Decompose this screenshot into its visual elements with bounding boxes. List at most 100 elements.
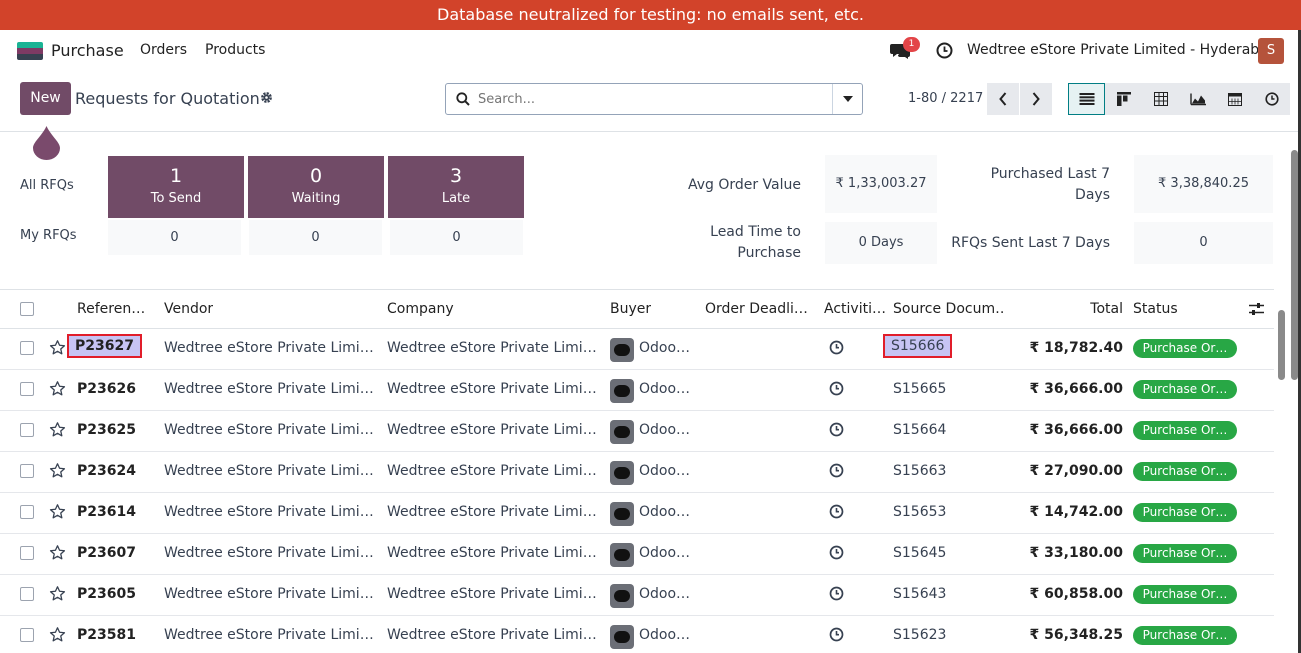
col-status[interactable]: Status (1133, 301, 1178, 317)
total-cell: ₹ 27,090.00 (1029, 463, 1123, 479)
source-document-cell: S15666 (883, 334, 953, 358)
purchased-label-line-2: Days (1075, 187, 1110, 203)
star-icon[interactable] (49, 544, 66, 565)
vendor-cell: Wedtree eStore Private Limited… (164, 381, 379, 397)
activity-clock-icon[interactable] (829, 627, 844, 646)
kanban-view-icon (1116, 92, 1131, 106)
row-checkbox[interactable] (20, 628, 34, 642)
col-order-deadline[interactable]: Order Deadli… (705, 301, 813, 317)
table-row[interactable]: P23614 Wedtree eStore Private Limited… Wed… (0, 493, 1274, 534)
view-pivot-button[interactable] (1142, 83, 1179, 115)
star-icon[interactable] (49, 626, 66, 647)
total-cell: ₹ 14,742.00 (1029, 504, 1123, 520)
to-send-tile[interactable]: 1 To Send (108, 156, 244, 218)
company-cell: Wedtree eStore Private Limited… (387, 586, 602, 602)
vendor-cell: Wedtree eStore Private Limited… (164, 422, 379, 438)
lead-time-label-line-2: Purchase (737, 245, 801, 261)
purchased-value: ₹ 3,38,840.25 (1134, 155, 1273, 213)
waiting-tile[interactable]: 0 Waiting (248, 156, 384, 218)
star-icon[interactable] (49, 585, 66, 606)
buyer-cell: Odoo… (639, 627, 691, 643)
star-icon[interactable] (49, 462, 66, 483)
activity-clock-icon[interactable] (829, 340, 844, 359)
activity-clock-icon[interactable] (829, 381, 844, 400)
lead-time-value: 0 Days (825, 222, 937, 264)
reference-cell: P23605 (77, 586, 136, 602)
purchase-app-icon[interactable] (17, 42, 43, 60)
my-waiting-cell[interactable]: 0 (249, 220, 382, 255)
row-checkbox[interactable] (20, 382, 34, 396)
my-to-send-cell[interactable]: 0 (108, 220, 241, 255)
gear-icon[interactable] (260, 91, 273, 104)
col-source-document[interactable]: Source Docum… (893, 301, 1005, 317)
buyer-avatar (610, 502, 634, 526)
view-calendar-button[interactable] (1216, 83, 1253, 115)
app-name[interactable]: Purchase (51, 41, 124, 60)
company-switcher[interactable]: Wedtree eStore Private Limited - Hyderab… (967, 42, 1277, 58)
chevron-right-icon (1032, 92, 1040, 106)
col-company[interactable]: Company (387, 301, 454, 317)
star-icon[interactable] (49, 421, 66, 442)
row-checkbox[interactable] (20, 423, 34, 437)
col-total[interactable]: Total (1080, 301, 1123, 317)
purchased-label-line-1: Purchased Last 7 (990, 166, 1110, 182)
pager-previous-button[interactable] (987, 83, 1019, 115)
table-row[interactable]: P23607 Wedtree eStore Private Limited… Wed… (0, 534, 1274, 575)
col-activities[interactable]: Activiti… (824, 301, 886, 317)
activity-clock-icon[interactable] (829, 545, 844, 564)
pager-value[interactable]: 1-80 / 2217 (908, 91, 983, 106)
col-vendor[interactable]: Vendor (164, 301, 213, 317)
view-kanban-button[interactable] (1105, 83, 1142, 115)
buyer-cell: Odoo… (639, 381, 691, 397)
lead-time-label-line-1: Lead Time to (710, 224, 801, 240)
table-row[interactable]: P23581 Wedtree eStore Private Limited… Wed… (0, 616, 1274, 653)
table-row[interactable]: P23627 Wedtree eStore Private Limited… Wed… (0, 329, 1274, 370)
col-buyer[interactable]: Buyer (610, 301, 651, 317)
row-checkbox[interactable] (20, 464, 34, 478)
source-document-cell: S15643 (893, 586, 947, 602)
caret-down-icon (842, 96, 853, 102)
table-row[interactable]: P23625 Wedtree eStore Private Limited… Wed… (0, 411, 1274, 452)
activity-clock-icon[interactable] (829, 586, 844, 605)
page-scrollbar[interactable] (1291, 150, 1298, 380)
row-checkbox[interactable] (20, 546, 34, 560)
my-late-cell[interactable]: 0 (390, 220, 523, 255)
row-checkbox[interactable] (20, 505, 34, 519)
col-reference[interactable]: Referen… (77, 301, 149, 317)
view-list-button[interactable] (1068, 83, 1105, 115)
select-all-checkbox[interactable] (20, 302, 34, 316)
buyer-cell: Odoo… (639, 463, 691, 479)
star-icon[interactable] (49, 339, 66, 360)
table-scrollbar[interactable] (1278, 310, 1285, 380)
pager-next-button[interactable] (1020, 83, 1052, 115)
optional-columns-icon[interactable] (1249, 302, 1264, 316)
status-badge: Purchase Or… (1133, 585, 1237, 604)
row-checkbox[interactable] (20, 341, 34, 355)
source-document-cell: S15664 (893, 422, 947, 438)
waiting-label: Waiting (291, 191, 341, 206)
vendor-cell: Wedtree eStore Private Limited… (164, 340, 379, 356)
activity-clock-icon[interactable] (936, 42, 953, 59)
table-row[interactable]: P23605 Wedtree eStore Private Limited… Wed… (0, 575, 1274, 616)
nav-orders[interactable]: Orders (140, 42, 187, 58)
star-icon[interactable] (49, 380, 66, 401)
table-row[interactable]: P23624 Wedtree eStore Private Limited… Wed… (0, 452, 1274, 493)
activity-clock-icon[interactable] (829, 463, 844, 482)
activity-clock-icon[interactable] (829, 504, 844, 523)
view-activity-button[interactable] (1253, 83, 1290, 115)
source-document-cell: S15623 (893, 627, 947, 643)
late-tile[interactable]: 3 Late (388, 156, 524, 218)
search-input[interactable] (478, 89, 858, 109)
view-graph-button[interactable] (1179, 83, 1216, 115)
late-label: Late (441, 191, 471, 206)
search-options-toggle[interactable] (832, 84, 862, 114)
star-icon[interactable] (49, 503, 66, 524)
table-row[interactable]: P23626 Wedtree eStore Private Limited… Wed… (0, 370, 1274, 411)
new-button[interactable]: New (20, 82, 71, 115)
rfqs-sent-value: 0 (1134, 222, 1273, 264)
row-checkbox[interactable] (20, 587, 34, 601)
activity-clock-icon[interactable] (829, 422, 844, 441)
page-title: Requests for Quotation (75, 89, 260, 108)
user-avatar[interactable]: S (1258, 38, 1284, 64)
nav-products[interactable]: Products (205, 42, 265, 58)
